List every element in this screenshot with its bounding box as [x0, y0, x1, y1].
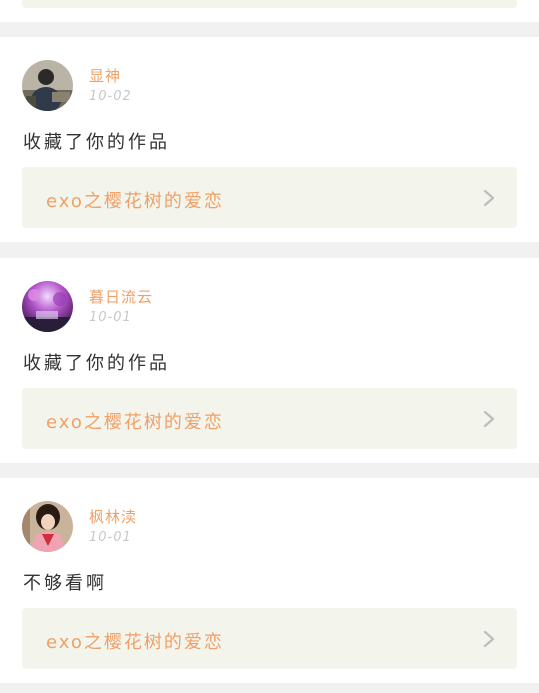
work-title: exo之樱花树的爱恋: [46, 632, 224, 653]
chevron-right-icon: [483, 630, 495, 648]
notification-card: 显神 10-02 收藏了你的作品 exo之樱花树的爱恋: [0, 37, 539, 242]
notification-message: 不够看啊: [23, 573, 107, 594]
timestamp: 10-01: [89, 530, 132, 545]
previous-work-link[interactable]: [22, 0, 517, 8]
chevron-right-icon: [483, 410, 495, 428]
notification-card: 枫林渎 10-01 不够看啊 exo之樱花树的爱恋: [0, 478, 539, 683]
work-link[interactable]: exo之樱花树的爱恋: [22, 167, 517, 228]
timestamp: 10-01: [89, 310, 132, 325]
work-title: exo之樱花树的爱恋: [46, 412, 224, 433]
work-title: exo之樱花树的爱恋: [46, 191, 224, 212]
avatar[interactable]: [22, 60, 73, 111]
avatar[interactable]: [22, 281, 73, 332]
username[interactable]: 枫林渎: [89, 506, 137, 527]
username[interactable]: 暮日流云: [89, 286, 153, 307]
chevron-right-icon: [483, 189, 495, 207]
notification-message: 收藏了你的作品: [23, 132, 170, 153]
previous-card-remnant: [0, 0, 539, 22]
notification-card: 暮日流云 10-01 收藏了你的作品 exo之樱花树的爱恋: [0, 258, 539, 463]
notification-message: 收藏了你的作品: [23, 353, 170, 374]
username[interactable]: 显神: [89, 65, 121, 86]
timestamp: 10-02: [89, 89, 132, 104]
work-link[interactable]: exo之樱花树的爱恋: [22, 608, 517, 669]
avatar[interactable]: [22, 501, 73, 552]
work-link[interactable]: exo之樱花树的爱恋: [22, 388, 517, 449]
